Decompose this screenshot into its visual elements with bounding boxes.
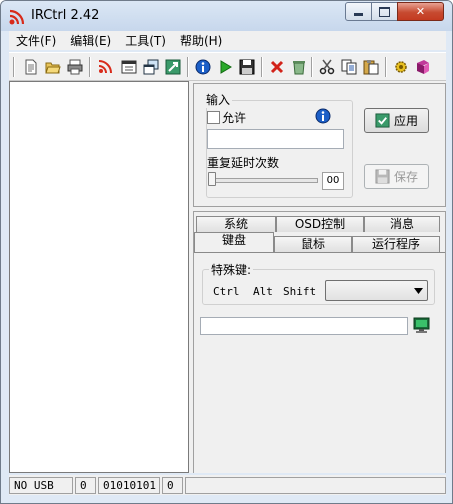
menu-help[interactable]: 帮助(H) [173,32,229,49]
export-icon [165,59,181,75]
status-usb: NO USB [9,477,73,494]
play-icon [220,60,232,74]
apply-label: 应用 [393,114,418,128]
toolbar-separator [261,57,263,77]
paste-icon [363,60,379,75]
key-input-field[interactable] [200,317,408,335]
repeat-slider-thumb[interactable] [208,172,216,186]
repeat-delay-label: 重复延时次数 [207,156,280,170]
maximize-button[interactable] [371,2,398,21]
alt-key[interactable]: Alt [253,285,273,298]
title-bar[interactable]: IRCtrl 2.42 ✕ [1,1,452,31]
book-icon [417,60,429,74]
status-count-1: 0 [75,477,96,494]
allow-label: 允许 [222,111,247,125]
info-icon [195,59,211,75]
settings-icon [395,61,407,73]
delete-icon [270,60,284,74]
chevron-down-icon [414,288,423,294]
shift-key[interactable]: Shift [283,285,316,298]
recycle-button[interactable] [289,57,309,77]
open-folder-icon [45,62,61,74]
save-icon [239,59,255,75]
settings-button[interactable] [391,57,411,77]
toolbar-grip [13,57,15,77]
delete-button[interactable] [267,57,287,77]
tab-keyboard[interactable]: 键盘 [194,232,274,252]
cut-icon [319,59,335,75]
window-title: IRCtrl 2.42 [31,8,100,23]
maximize-icon [379,6,390,17]
cut-button[interactable] [317,57,337,77]
tab-osd-control[interactable]: OSD控制 [276,216,364,232]
export-button[interactable] [163,57,183,77]
save-button[interactable]: 保存 [364,164,429,189]
tab-mouse[interactable]: 鼠标 [274,236,352,252]
save-icon [375,169,390,184]
signal-icon [98,60,112,74]
status-bits: 01010101 [98,477,160,494]
monitor-icon[interactable] [413,317,430,334]
tab-system[interactable]: 系统 [196,216,276,232]
toolbar-separator [187,57,189,77]
tab-control: 系统 OSD控制 消息 键盘 鼠标 运行程序 特殊键: Ctrl Alt Shi… [193,211,446,473]
menu-edit[interactable]: 编辑(E) [63,32,118,49]
device-list-pane[interactable] [9,81,189,473]
status-count-2: 0 [162,477,183,494]
menu-tools[interactable]: 工具(T) [118,32,173,49]
toolbar-separator [311,57,313,77]
book-button[interactable] [413,57,433,77]
print-icon [67,59,83,75]
input-panel: 输入 允许 重复延时次数 00 应用 保存 [193,83,446,207]
signal-button[interactable] [95,57,115,77]
copy-button[interactable] [339,57,359,77]
status-message [185,477,446,494]
toolbar [9,52,446,81]
tab-message[interactable]: 消息 [364,216,440,232]
close-icon: ✕ [415,5,426,18]
info-icon[interactable] [315,108,331,124]
allow-checkbox[interactable] [207,111,220,124]
ctrl-key[interactable]: Ctrl [213,285,240,298]
client-area: 输入 允许 重复延时次数 00 应用 保存 系统 OSD控制 消息 键盘 鼠标 [9,81,446,473]
key-dropdown[interactable] [325,280,428,301]
minimize-button[interactable] [345,2,372,21]
play-button[interactable] [215,57,235,77]
info-button[interactable] [193,57,213,77]
repeat-slider-track[interactable] [208,178,318,183]
toolbar-separator [385,57,387,77]
app-signal-icon [9,9,25,25]
input-text-field[interactable] [207,129,344,149]
close-button[interactable]: ✕ [397,2,444,21]
apply-icon [375,113,390,128]
save-toolbar-button[interactable] [237,57,257,77]
copy-icon [341,59,357,75]
window-button[interactable] [119,57,139,77]
menu-file[interactable]: 文件(F) [9,32,63,49]
new-button[interactable] [21,57,41,77]
open-button[interactable] [43,57,63,77]
restore-button[interactable] [141,57,161,77]
restore-icon [143,59,159,75]
save-label: 保存 [393,170,418,184]
paste-button[interactable] [361,57,381,77]
new-file-icon [25,59,37,75]
keyboard-tab-content: 特殊键: Ctrl Alt Shift [194,252,445,473]
tab-run-program[interactable]: 运行程序 [352,236,440,252]
main-window: IRCtrl 2.42 ✕ 文件(F) 编辑(E) 工具(T) 帮助(H) 输入… [0,0,453,504]
minimize-icon [354,13,363,16]
input-group-label: 输入 [204,91,233,108]
apply-button[interactable]: 应用 [364,108,429,133]
recycle-icon [293,61,305,75]
repeat-count-field[interactable]: 00 [322,172,344,190]
print-button[interactable] [65,57,85,77]
toolbar-separator [89,57,91,77]
status-bar: NO USB 0 01010101 0 [9,475,446,495]
menu-bar: 文件(F) 编辑(E) 工具(T) 帮助(H) [9,31,446,50]
special-keys-group: 特殊键: Ctrl Alt Shift [202,261,435,305]
special-keys-label: 特殊键: [209,261,254,278]
window-icon [121,60,137,74]
